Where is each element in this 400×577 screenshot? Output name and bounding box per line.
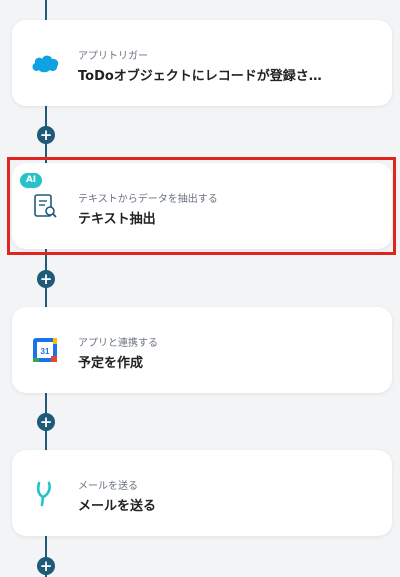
add-step-button[interactable]: +	[37, 270, 55, 288]
salesforce-cloud-icon	[30, 48, 60, 78]
add-step-button[interactable]: +	[37, 413, 55, 431]
step-title: メールを送る	[78, 499, 157, 514]
mail-y-icon	[30, 478, 60, 508]
ai-badge: AI	[20, 173, 42, 188]
calendar-day-text: 31	[41, 347, 50, 356]
step-subtitle: アプリと連携する	[78, 338, 158, 349]
add-step-button[interactable]: +	[37, 557, 55, 575]
google-calendar-icon: 31	[30, 335, 60, 365]
step-subtitle: メールを送る	[78, 481, 138, 492]
step-subtitle: アプリトリガー	[78, 51, 148, 62]
connector-line	[45, 0, 47, 20]
step-card-send-mail[interactable]: メールを送る メールを送る	[12, 450, 392, 536]
step-title: 予定を作成	[78, 356, 144, 371]
step-card-trigger[interactable]: アプリトリガー ToDoオブジェクトにレコードが登録さ…	[12, 20, 392, 106]
highlight-frame	[7, 157, 396, 255]
add-step-button[interactable]: +	[37, 126, 55, 144]
step-title: ToDoオブジェクトにレコードが登録さ…	[78, 69, 322, 84]
step-card-create-event[interactable]: 31 アプリと連携する 予定を作成	[12, 307, 392, 393]
